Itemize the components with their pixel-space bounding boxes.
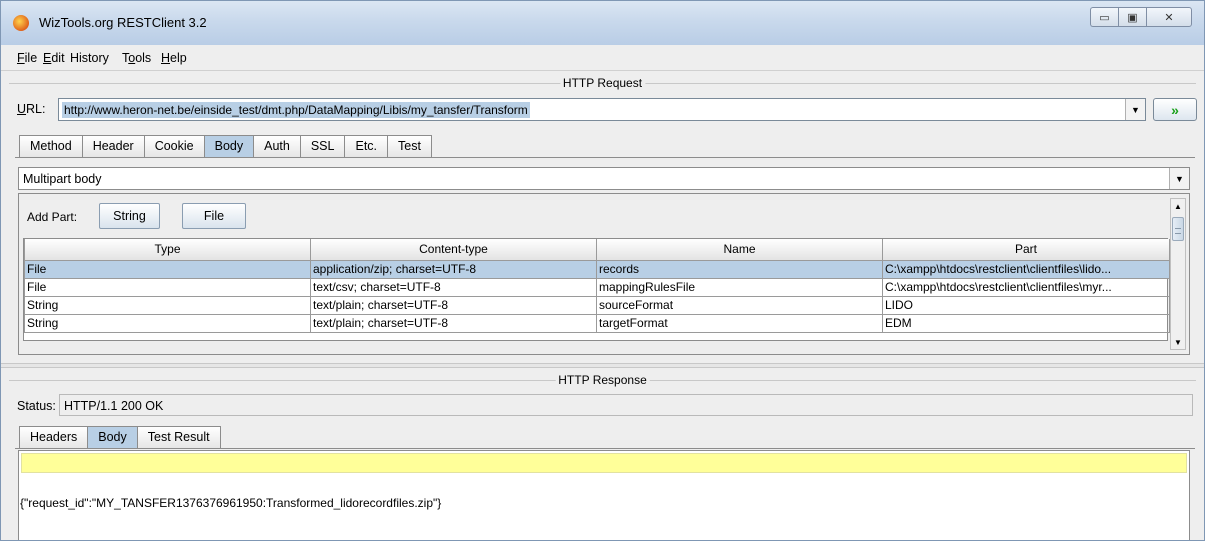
- menu-file[interactable]: File: [17, 51, 37, 65]
- body-type-select[interactable]: Multipart body ▼: [18, 167, 1190, 190]
- title-bar[interactable]: WizTools.org RESTClient 3.2 ▭ ▣ ✕: [1, 1, 1204, 45]
- cell-name: targetFormat: [596, 313, 883, 333]
- add-part-label: Add Part:: [27, 210, 78, 224]
- tab-response-headers[interactable]: Headers: [19, 426, 89, 448]
- parts-vertical-scrollbar[interactable]: ▲ ▼: [1170, 198, 1186, 350]
- request-tabs-baseline: [15, 157, 1195, 158]
- send-request-button[interactable]: »: [1153, 98, 1197, 121]
- app-window: WizTools.org RESTClient 3.2 ▭ ▣ ✕ File E…: [0, 0, 1205, 541]
- scroll-up-icon[interactable]: ▲: [1171, 199, 1185, 213]
- cell-part: C:\xampp\htdocs\restclient\clientfiles\m…: [882, 277, 1170, 297]
- cell-name: sourceFormat: [596, 295, 883, 315]
- url-row: URL: http://www.heron-net.be/einside_tes…: [17, 98, 1197, 122]
- tab-body[interactable]: Body: [203, 135, 255, 157]
- response-tabs: Headers Body Test Result: [19, 426, 221, 448]
- url-dropdown-icon[interactable]: ▼: [1125, 99, 1145, 120]
- parts-table: Type Content-type Name Part File applica…: [23, 238, 1170, 341]
- tab-ssl[interactable]: SSL: [299, 135, 346, 157]
- split-pane-divider[interactable]: [1, 363, 1204, 368]
- status-label: Status:: [17, 399, 56, 413]
- cell-content-type: text/plain; charset=UTF-8: [310, 313, 597, 333]
- cell-name: mappingRulesFile: [596, 277, 883, 297]
- table-row[interactable]: File text/csv; charset=UTF-8 mappingRule…: [24, 277, 1170, 297]
- tab-test-result[interactable]: Test Result: [136, 426, 221, 448]
- app-icon: [13, 15, 29, 31]
- response-tabs-baseline: [15, 448, 1195, 449]
- multipart-body-panel: Add Part: String File Type Content-type …: [18, 193, 1190, 355]
- menu-history[interactable]: History: [70, 51, 109, 65]
- status-field: HTTP/1.1 200 OK: [59, 394, 1193, 416]
- url-label: URL:: [17, 102, 46, 116]
- cell-name: records: [596, 259, 883, 279]
- cell-content-type: text/plain; charset=UTF-8: [310, 295, 597, 315]
- status-row: Status: HTTP/1.1 200 OK: [17, 394, 1193, 418]
- add-string-part-button[interactable]: String: [99, 203, 160, 229]
- body-type-value: Multipart body: [23, 172, 102, 186]
- scroll-thumb[interactable]: [1172, 217, 1184, 241]
- cell-part: LIDO: [882, 295, 1170, 315]
- cell-type: String: [24, 313, 311, 333]
- url-input[interactable]: http://www.heron-net.be/einside_test/dmt…: [58, 98, 1146, 121]
- tab-test[interactable]: Test: [387, 135, 432, 157]
- chevron-down-icon[interactable]: ▼: [1169, 168, 1189, 189]
- window-controls: ▭ ▣ ✕: [1090, 7, 1192, 27]
- menu-help[interactable]: Help: [161, 51, 187, 65]
- column-header-part[interactable]: Part: [882, 239, 1170, 261]
- cell-content-type: application/zip; charset=UTF-8: [310, 259, 597, 279]
- cell-content-type: text/csv; charset=UTF-8: [310, 277, 597, 297]
- minimize-button[interactable]: ▭: [1090, 7, 1118, 27]
- tab-header[interactable]: Header: [81, 135, 145, 157]
- cell-type: String: [24, 295, 311, 315]
- column-header-type[interactable]: Type: [24, 239, 311, 261]
- double-arrow-icon: »: [1171, 101, 1179, 118]
- cell-part: C:\xampp\htdocs\restclient\clientfiles\l…: [882, 259, 1170, 279]
- menu-edit[interactable]: Edit: [43, 51, 65, 65]
- menu-bar: File Edit History Tools Help: [1, 45, 1204, 71]
- add-file-part-button[interactable]: File: [182, 203, 246, 229]
- tab-response-body[interactable]: Body: [87, 426, 138, 448]
- tab-method[interactable]: Method: [19, 135, 83, 157]
- cell-part: EDM: [882, 313, 1170, 333]
- scroll-down-icon[interactable]: ▼: [1171, 335, 1185, 349]
- column-header-name[interactable]: Name: [596, 239, 883, 261]
- table-header-row: Type Content-type Name Part: [24, 239, 1170, 261]
- response-body-area[interactable]: {"request_id":"MY_TANSFER1376376961950:T…: [18, 450, 1190, 540]
- cell-type: File: [24, 259, 311, 279]
- maximize-button[interactable]: ▣: [1118, 7, 1146, 27]
- table-row[interactable]: File application/zip; charset=UTF-8 reco…: [24, 259, 1170, 279]
- menu-tools[interactable]: Tools: [122, 51, 151, 65]
- column-header-content-type[interactable]: Content-type: [310, 239, 597, 261]
- cell-type: File: [24, 277, 311, 297]
- tab-cookie[interactable]: Cookie: [143, 135, 205, 157]
- url-value: http://www.heron-net.be/einside_test/dmt…: [62, 102, 530, 118]
- table-row[interactable]: String text/plain; charset=UTF-8 targetF…: [24, 313, 1170, 333]
- response-highlight-bar: [21, 453, 1187, 473]
- status-value: HTTP/1.1 200 OK: [64, 399, 164, 413]
- request-tabs: Method Header Cookie Body Auth SSL Etc. …: [19, 135, 432, 157]
- request-section-title: HTTP Request: [9, 76, 1196, 90]
- tab-etc[interactable]: Etc.: [344, 135, 389, 157]
- response-section-title: HTTP Response: [9, 373, 1196, 387]
- response-body-text: {"request_id":"MY_TANSFER1376376961950:T…: [20, 496, 442, 510]
- tab-auth[interactable]: Auth: [253, 135, 301, 157]
- close-button[interactable]: ✕: [1146, 7, 1192, 27]
- table-row[interactable]: String text/plain; charset=UTF-8 sourceF…: [24, 295, 1170, 315]
- window-title: WizTools.org RESTClient 3.2: [39, 15, 207, 30]
